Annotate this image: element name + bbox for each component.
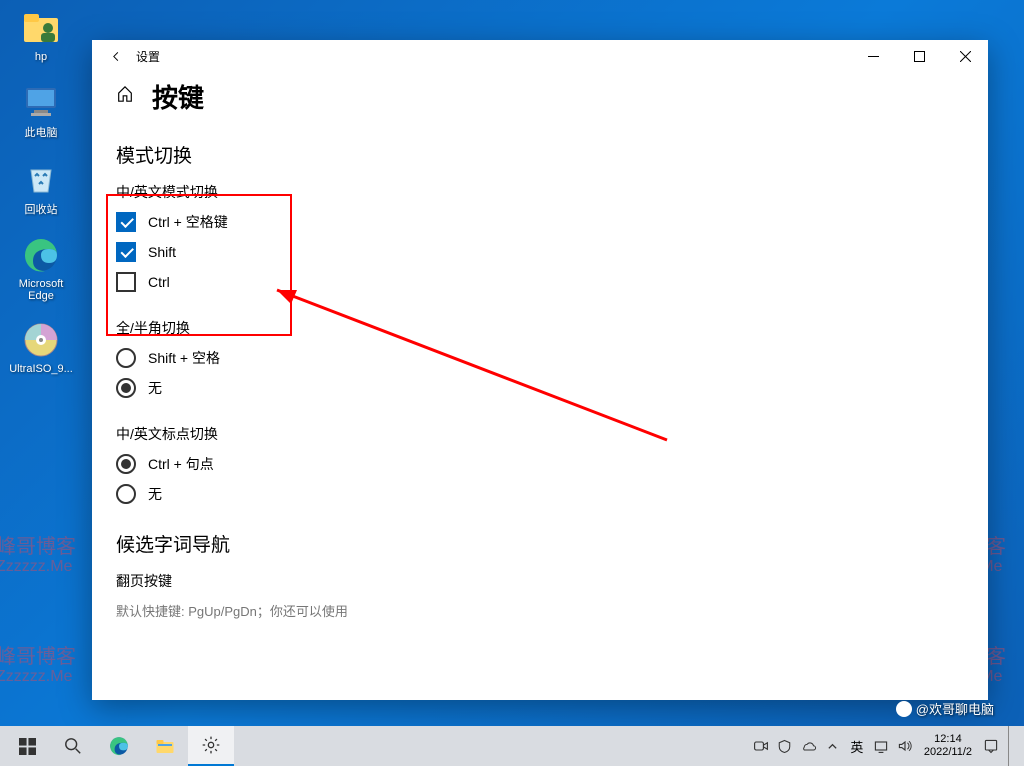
edge-icon [21, 235, 61, 275]
disc-icon [21, 320, 61, 360]
sub-heading: 中/英文模式切换 [116, 182, 958, 202]
tray-ime-indicator[interactable]: 英 [846, 726, 868, 766]
checkbox-ctrl[interactable]: Ctrl [116, 272, 958, 292]
desktop-icon-label: 此电脑 [25, 124, 58, 140]
option-label: Ctrl + 空格键 [148, 212, 228, 232]
option-label: Ctrl [148, 274, 170, 290]
desktop-icon-edge[interactable]: Microsoft Edge [10, 235, 72, 302]
settings-content: 按键 模式切换 中/英文模式切换 Ctrl + 空格键 Shift Ctrl 全… [92, 72, 988, 700]
desktop-icon-this-pc[interactable]: 此电脑 [10, 81, 72, 140]
desktop-icon-label: UltraISO_9... [9, 363, 73, 375]
tray-network-icon[interactable] [870, 726, 892, 766]
maximize-button[interactable] [896, 40, 942, 72]
taskbar-settings[interactable] [188, 726, 234, 766]
tray-meet-now-icon[interactable] [750, 726, 772, 766]
group-full-half-width: 全/半角切换 Shift + 空格 无 [116, 318, 958, 398]
home-icon[interactable] [116, 85, 134, 108]
desktop: hp 此电脑 回收站 Microsoft Edge UltraISO_9... [0, 0, 1024, 766]
start-button[interactable] [4, 726, 50, 766]
close-button[interactable] [942, 40, 988, 72]
option-label: Shift [148, 244, 176, 260]
desktop-icon-ultraiso[interactable]: UltraISO_9... [10, 320, 72, 375]
window-title: 设置 [136, 48, 160, 65]
taskbar: 英 12:14 2022/11/2 [0, 726, 1024, 766]
checkbox-icon [116, 212, 136, 232]
checkbox-icon [116, 272, 136, 292]
section-heading-mode-switch: 模式切换 [116, 141, 958, 168]
tray-date: 2022/11/2 [924, 746, 972, 759]
radio-icon [116, 348, 136, 368]
tray-time: 12:14 [934, 733, 962, 746]
show-desktop-button[interactable] [1008, 726, 1014, 766]
option-label: 无 [148, 484, 162, 504]
radio-none-fw[interactable]: 无 [116, 378, 958, 398]
desktop-icon-recycle-bin[interactable]: 回收站 [10, 158, 72, 217]
desktop-icons: hp 此电脑 回收站 Microsoft Edge UltraISO_9... [10, 8, 72, 375]
taskbar-file-explorer[interactable] [142, 726, 188, 766]
watermark: F峰哥博客Zzzzzz.Me [0, 646, 76, 686]
credit-text: @欢哥聊电脑 [916, 699, 994, 718]
checkbox-ctrl-space[interactable]: Ctrl + 空格键 [116, 212, 958, 232]
tray-chevron-up-icon[interactable] [822, 726, 844, 766]
desktop-icon-label: 回收站 [25, 201, 58, 217]
settings-window: 设置 按键 模式切换 中/英文模式切换 Ctrl + 空格键 Shift Ctr… [92, 40, 988, 700]
tray-notifications-icon[interactable] [980, 726, 1002, 766]
computer-icon [21, 81, 61, 121]
taskbar-edge[interactable] [96, 726, 142, 766]
tray-security-icon[interactable] [774, 726, 796, 766]
radio-icon [116, 378, 136, 398]
radio-icon [116, 484, 136, 504]
section-heading-candidate-nav: 候选字词导航 [116, 530, 958, 557]
radio-icon [116, 454, 136, 474]
titlebar[interactable]: 设置 [92, 40, 988, 72]
tray-clock[interactable]: 12:14 2022/11/2 [918, 733, 978, 759]
checkbox-shift[interactable]: Shift [116, 242, 958, 262]
sub-heading: 中/英文标点切换 [116, 424, 958, 444]
checkbox-icon [116, 242, 136, 262]
watermark: F峰哥博客Zzzzzz.Me [0, 536, 76, 576]
option-label: 无 [148, 378, 162, 398]
paw-icon [896, 701, 912, 717]
desktop-icon-label: hp [35, 51, 47, 63]
option-label: Shift + 空格 [148, 348, 220, 368]
desktop-icon-hp[interactable]: hp [10, 8, 72, 63]
sub-heading-pageflip: 翻页按键 [116, 571, 958, 591]
radio-ctrl-period[interactable]: Ctrl + 句点 [116, 454, 958, 474]
credit-badge: @欢哥聊电脑 [896, 699, 994, 718]
page-title: 按键 [152, 78, 204, 115]
search-button[interactable] [50, 726, 96, 766]
back-button[interactable] [100, 40, 132, 72]
option-label: Ctrl + 句点 [148, 454, 214, 474]
group-punctuation-switch: 中/英文标点切换 Ctrl + 句点 无 [116, 424, 958, 504]
radio-none-punct[interactable]: 无 [116, 484, 958, 504]
desktop-icon-label: Microsoft Edge [10, 278, 72, 302]
tray-onedrive-icon[interactable] [798, 726, 820, 766]
recycle-bin-icon [21, 158, 61, 198]
system-tray: 英 12:14 2022/11/2 [750, 726, 1020, 766]
folder-user-icon [21, 8, 61, 48]
tray-volume-icon[interactable] [894, 726, 916, 766]
minimize-button[interactable] [850, 40, 896, 72]
sub-heading: 全/半角切换 [116, 318, 958, 338]
pageflip-hint: 默认快捷键: PgUp/PgDn；你还可以使用 [116, 601, 958, 620]
radio-shift-space[interactable]: Shift + 空格 [116, 348, 958, 368]
group-cn-en-mode: 中/英文模式切换 Ctrl + 空格键 Shift Ctrl [116, 182, 958, 292]
